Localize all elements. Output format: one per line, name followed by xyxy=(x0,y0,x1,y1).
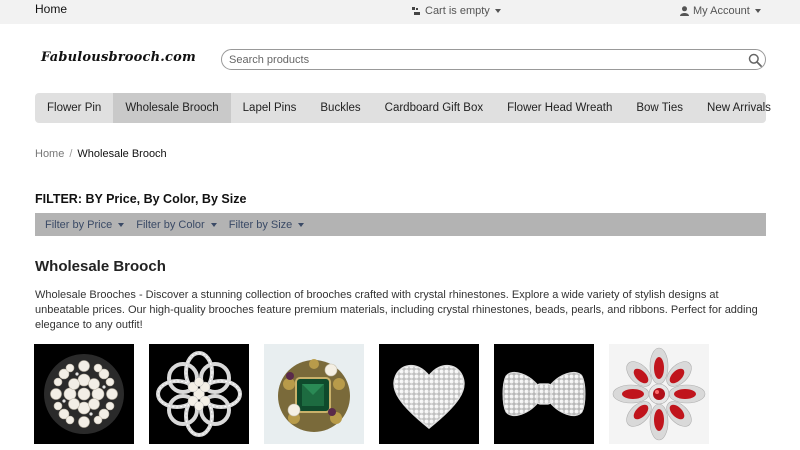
red-crystal-brooch-image xyxy=(609,344,709,444)
filter-by-size-dropdown[interactable]: Filter by Size xyxy=(229,219,305,231)
search-input[interactable] xyxy=(229,52,729,67)
account-dropdown[interactable]: My Account xyxy=(680,5,761,17)
chevron-down-icon xyxy=(494,9,501,13)
cart-dropdown[interactable]: Cart is empty xyxy=(412,5,501,17)
filter-label: Filter by Price xyxy=(45,218,113,231)
top-bar: Home Cart is empty My Account xyxy=(0,0,800,24)
product-card[interactable] xyxy=(264,344,364,444)
filter-bar: Filter by Price Filter by Color Filter b… xyxy=(35,213,766,236)
bow-rhinestone-brooch-image xyxy=(494,344,594,444)
nav-item-flower-head-wreath[interactable]: Flower Head Wreath xyxy=(495,93,624,123)
product-card[interactable] xyxy=(609,344,709,444)
breadcrumb-separator: / xyxy=(69,148,73,160)
top-home-link[interactable]: Home xyxy=(35,2,67,16)
account-label: My Account xyxy=(693,5,750,17)
breadcrumb-current: Wholesale Brooch xyxy=(77,148,167,160)
product-grid xyxy=(34,344,709,444)
main-nav: Flower Pin Wholesale Brooch Lapel Pins B… xyxy=(35,93,771,123)
filter-by-price-dropdown[interactable]: Filter by Price xyxy=(45,218,125,231)
pearl-cluster-brooch-image xyxy=(34,344,134,444)
site-logo[interactable]: Fabulousbrooch.com xyxy=(41,50,196,65)
chevron-down-icon xyxy=(118,222,125,227)
user-icon xyxy=(680,6,689,16)
chevron-down-icon xyxy=(298,222,305,227)
filter-label: Filter by Size xyxy=(228,218,293,231)
nav-item-wholesale-brooch[interactable]: Wholesale Brooch xyxy=(113,93,231,123)
filter-label: Filter by Color xyxy=(136,218,205,231)
product-card[interactable] xyxy=(379,344,479,444)
product-card[interactable] xyxy=(34,344,134,444)
product-card[interactable] xyxy=(494,344,594,444)
heart-rhinestone-brooch-image xyxy=(379,344,479,444)
nav-item-flower-pin[interactable]: Flower Pin xyxy=(35,93,113,123)
breadcrumb: Home / Wholesale Brooch xyxy=(35,148,167,160)
nav-item-new-arrivals[interactable]: New Arrivals xyxy=(695,93,783,123)
cart-label: Cart is empty xyxy=(425,5,490,17)
search-icon[interactable] xyxy=(748,53,762,67)
product-card[interactable] xyxy=(149,344,249,444)
category-title: Wholesale Brooch xyxy=(35,258,166,275)
search-box xyxy=(221,49,766,70)
nav-item-bow-ties[interactable]: Bow Ties xyxy=(624,93,695,123)
category-description: Wholesale Brooches - Discover a stunning… xyxy=(35,289,758,331)
pearl-flower-brooch-image xyxy=(149,344,249,444)
nav-item-lapel-pins[interactable]: Lapel Pins xyxy=(231,93,309,123)
filter-title: FILTER: BY Price, By Color, By Size xyxy=(35,192,247,206)
nav-item-buckles[interactable]: Buckles xyxy=(308,93,372,123)
filter-by-color-dropdown[interactable]: Filter by Color xyxy=(136,218,217,231)
cart-icon xyxy=(412,6,420,15)
chevron-down-icon xyxy=(210,222,217,227)
nav-item-cardboard-gift-box[interactable]: Cardboard Gift Box xyxy=(373,93,495,123)
breadcrumb-home-link[interactable]: Home xyxy=(35,148,64,160)
chevron-down-icon xyxy=(754,9,761,13)
green-stone-brooch-image xyxy=(264,344,364,444)
